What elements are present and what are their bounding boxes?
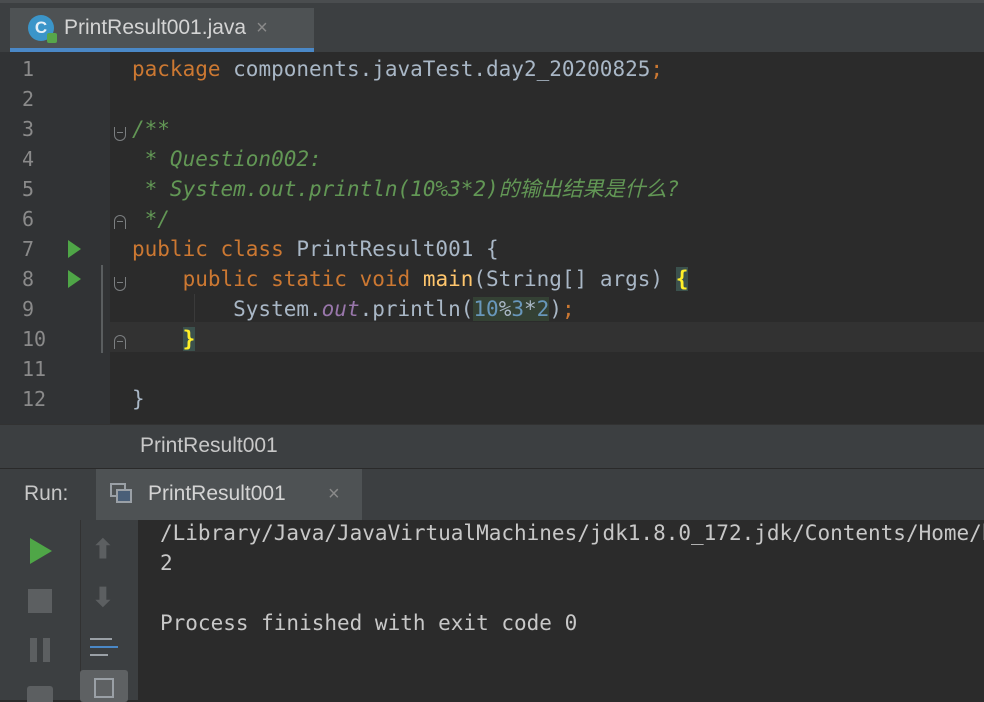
gutter-line: 6	[0, 204, 110, 234]
code-line: * System.out.println(10%3*2)的输出结果是什么?	[132, 177, 680, 201]
line-number: 9	[22, 297, 35, 321]
run-panel-label: Run:	[24, 482, 69, 505]
line-number: 1	[22, 57, 35, 81]
gutter-line: 10	[0, 324, 110, 354]
gutter-line: 3	[0, 114, 110, 144]
gutter-line: 7	[0, 234, 110, 264]
run-tab-printresult001[interactable]: PrintResult001 ×	[96, 469, 362, 521]
fold-comment-close-icon[interactable]	[114, 215, 126, 229]
fold-comment-open-icon[interactable]	[114, 127, 126, 141]
run-panel-header: Run: PrintResult001 ×	[0, 468, 984, 521]
close-run-tab-icon[interactable]: ×	[328, 483, 340, 506]
line-number: 10	[22, 327, 47, 351]
code-line: * Question002:	[132, 147, 322, 171]
console-output[interactable]: /Library/Java/JavaVirtualMachines/jdk1.8…	[160, 520, 984, 700]
line-number: 4	[22, 147, 35, 171]
code-editor[interactable]: 1 2 3 4 5 6 7 8 9 10 11 12 package compo…	[0, 52, 984, 424]
console-line: Process finished with exit code 0	[160, 611, 578, 635]
editor-gutter: 1 2 3 4 5 6 7 8 9 10 11 12	[0, 52, 110, 424]
run-toolbar	[0, 520, 80, 702]
arrow-up-icon[interactable]: ⬆	[92, 534, 114, 565]
code-line: public static void main(String[] args) {	[182, 267, 689, 291]
stop-icon[interactable]	[28, 589, 52, 613]
current-line-highlight	[110, 322, 984, 352]
line-number: 7	[22, 237, 35, 261]
gutter-line: 4	[0, 144, 110, 174]
tab-title: PrintResult001.java	[64, 16, 247, 39]
gutter-line: 11	[0, 354, 110, 384]
breadcrumb-class[interactable]: PrintResult001	[140, 434, 278, 458]
run-class-icon[interactable]	[68, 240, 81, 258]
line-number: 12	[22, 387, 47, 411]
soft-wrap-icon[interactable]	[90, 634, 120, 662]
gutter-line: 9	[0, 294, 110, 324]
vcs-change-marker	[101, 265, 103, 353]
line-number: 3	[22, 117, 35, 141]
gutter-line: 2	[0, 84, 110, 114]
gutter-line: 12	[0, 384, 110, 414]
code-line: public class PrintResult001 {	[132, 237, 499, 261]
arrow-down-icon[interactable]: ⬇	[92, 582, 114, 613]
gutter-line: 5	[0, 174, 110, 204]
breadcrumb-bar: PrintResult001	[0, 424, 984, 468]
rerun-icon[interactable]	[30, 538, 52, 564]
code-line: /**	[132, 117, 170, 141]
code-line: }	[132, 324, 196, 354]
line-number: 5	[22, 177, 35, 201]
run-main-icon[interactable]	[68, 270, 81, 288]
line-number: 11	[22, 357, 47, 381]
gutter-line: 8	[0, 264, 110, 294]
pause-icon[interactable]	[30, 638, 50, 662]
code-line: }	[132, 387, 145, 411]
code-line: package components.javaTest.day2_2020082…	[132, 57, 664, 81]
java-class-icon: C	[28, 15, 57, 43]
tab-printresult001-java[interactable]: C PrintResult001.java ×	[10, 8, 314, 52]
console-line: /Library/Java/JavaVirtualMachines/jdk1.8…	[160, 521, 984, 545]
tab-bar-top-border	[0, 0, 984, 3]
fold-method-open-icon[interactable]	[114, 277, 126, 291]
matched-brace: {	[675, 267, 689, 291]
fold-method-close-icon[interactable]	[114, 335, 126, 349]
console-line: 2	[160, 551, 173, 575]
code-line: System.out.println(10%3*2);	[132, 297, 575, 321]
run-tab-title: PrintResult001	[148, 482, 286, 505]
matched-brace: }	[182, 327, 196, 351]
run-panel: ⬆ ⬇ /Library/Java/JavaVirtualMachines/jd…	[0, 520, 984, 702]
gutter-line: 1	[0, 54, 110, 84]
line-number: 8	[22, 267, 35, 291]
editor-tab-bar: C PrintResult001.java ×	[0, 0, 984, 52]
line-number: 2	[22, 87, 35, 111]
scroll-to-end-icon[interactable]	[80, 670, 128, 702]
line-number: 6	[22, 207, 35, 231]
run-configuration-icon	[110, 483, 132, 503]
close-tab-icon[interactable]: ×	[256, 17, 268, 40]
code-line: */	[132, 207, 170, 231]
